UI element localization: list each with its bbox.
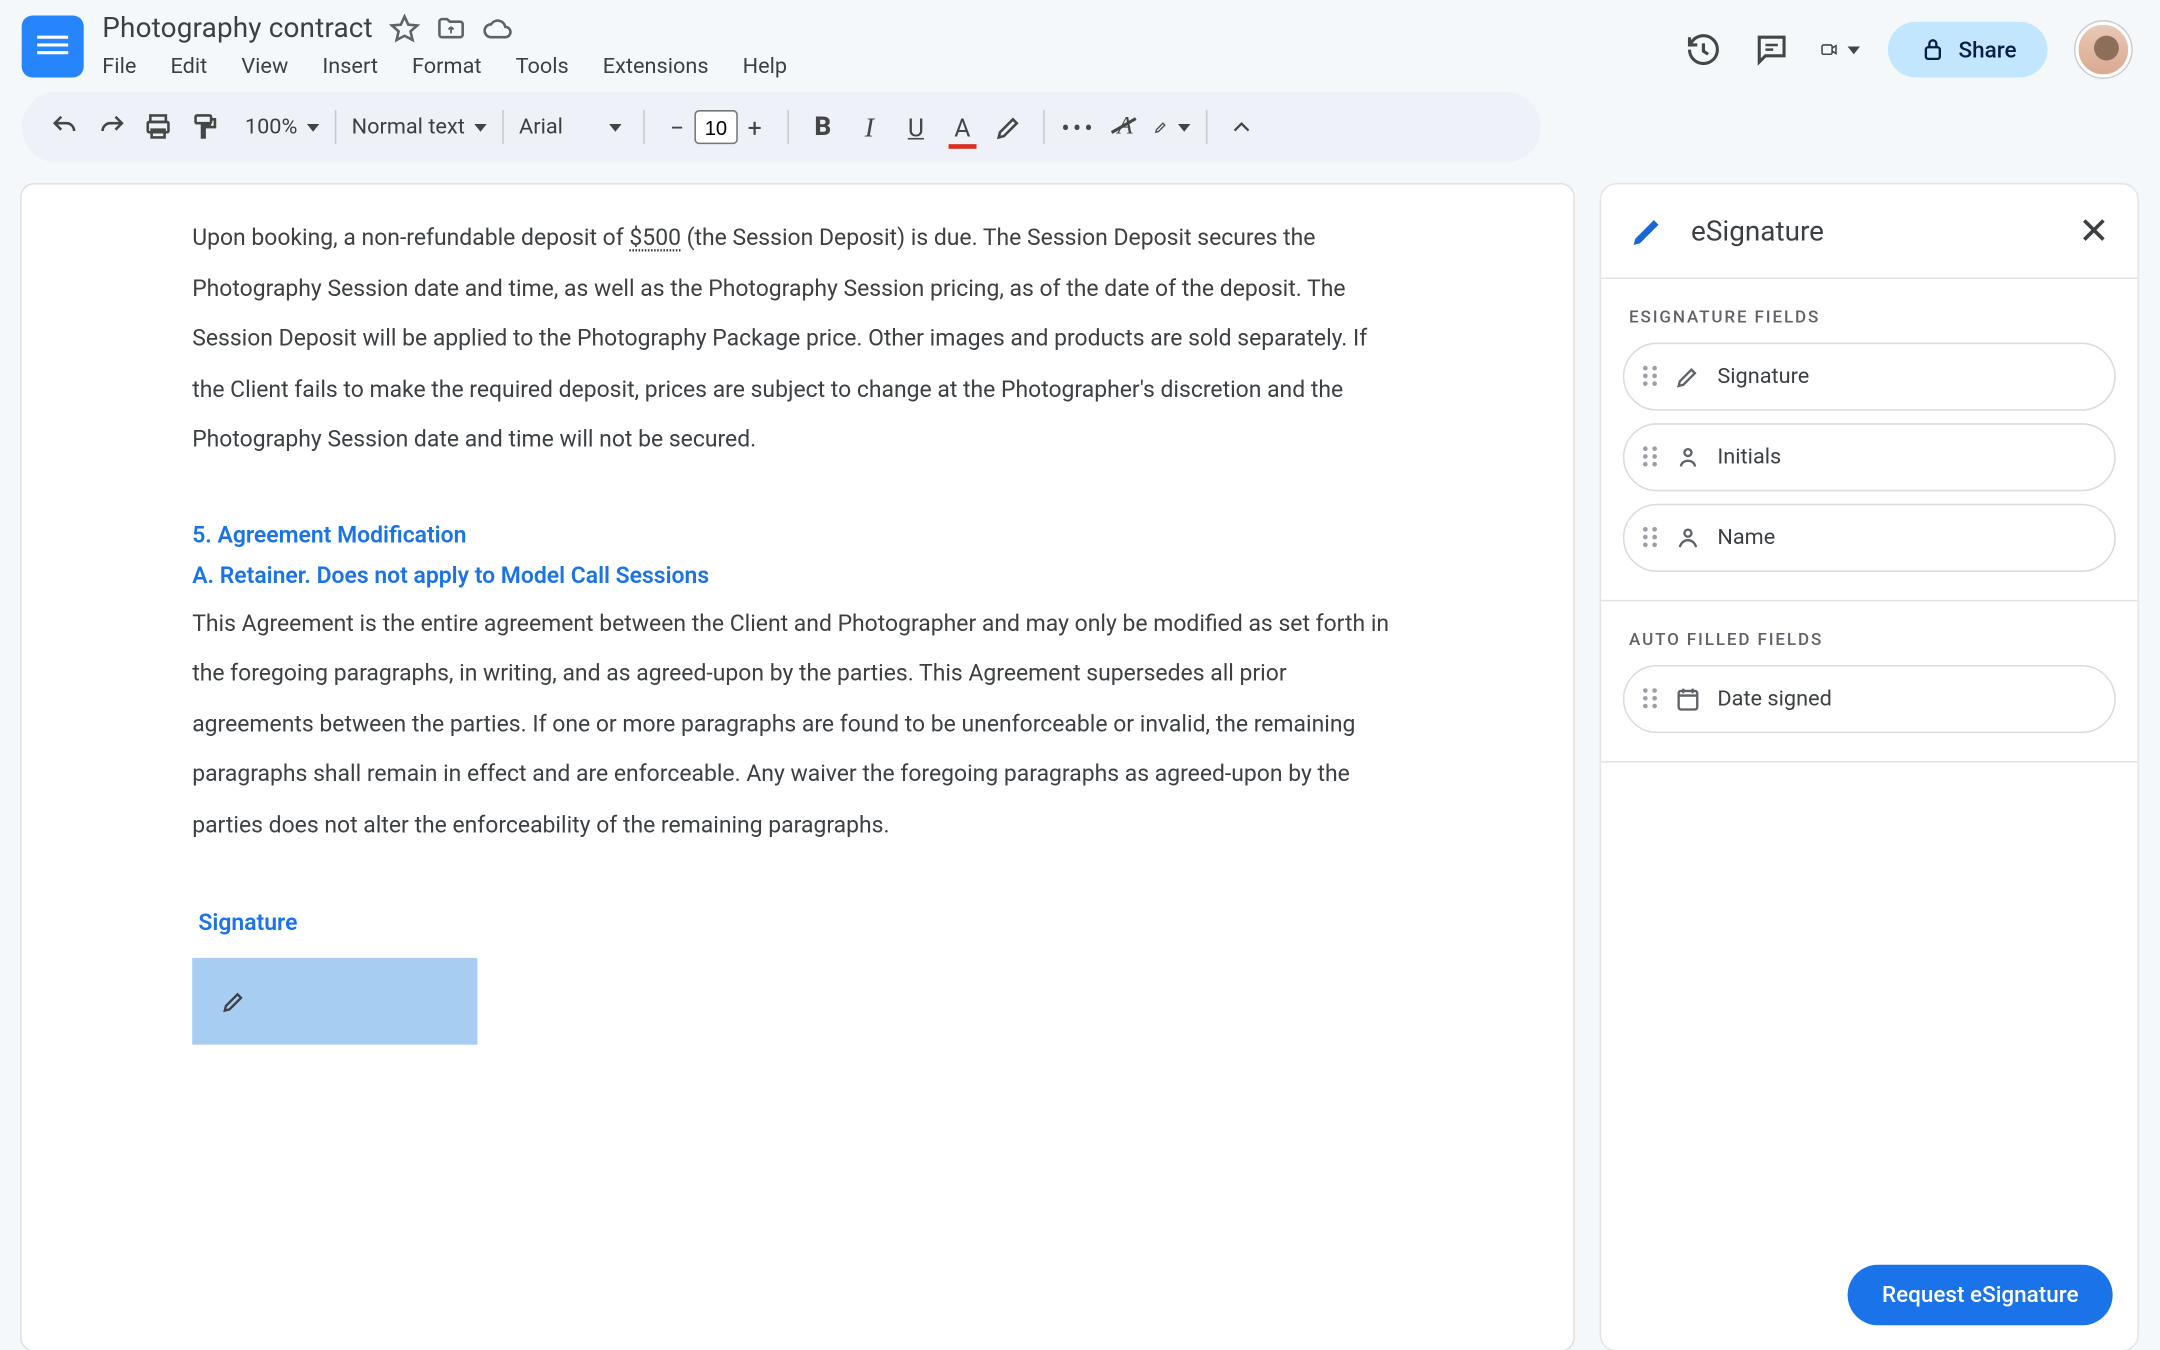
section-heading-5: 5. Agreement Modification	[192, 520, 1403, 548]
deposit-amount: $500	[629, 223, 681, 251]
collapse-toolbar-icon[interactable]	[1223, 109, 1260, 146]
comments-icon[interactable]	[1751, 29, 1791, 69]
pen-icon	[1629, 212, 1666, 249]
person-icon	[1674, 524, 1702, 552]
field-chip-label: Date signed	[1717, 687, 1831, 712]
highlight-color-icon[interactable]	[990, 109, 1027, 146]
field-chip-date-signed[interactable]: Date signed	[1623, 665, 2116, 733]
meet-icon[interactable]	[1819, 29, 1859, 69]
menu-edit[interactable]: Edit	[170, 54, 207, 79]
editing-mode-select[interactable]	[1153, 109, 1190, 146]
panel-title: eSignature	[1691, 215, 1824, 248]
increase-font-size-button[interactable]: +	[738, 110, 772, 144]
menu-tools[interactable]: Tools	[516, 54, 569, 79]
signature-icon	[1674, 363, 1702, 391]
drag-handle-icon[interactable]	[1643, 527, 1659, 549]
section-label-fields: ESIGNATURE FIELDS	[1601, 279, 2137, 343]
menu-bar: File Edit View Insert Format Tools Exten…	[102, 54, 1682, 79]
star-icon[interactable]	[388, 13, 419, 44]
document-title[interactable]: Photography contract	[102, 12, 373, 45]
redo-icon[interactable]	[93, 109, 130, 146]
signature-heading: Signature	[198, 909, 1402, 937]
field-chip-name[interactable]: Name	[1623, 504, 2116, 572]
body-paragraph: Upon booking, a non-refundable deposit o…	[192, 212, 1403, 464]
menu-file[interactable]: File	[102, 54, 136, 79]
undo-icon[interactable]	[47, 109, 84, 146]
font-size-input[interactable]	[694, 110, 737, 144]
clear-format-icon[interactable]: A	[1107, 109, 1144, 146]
esignature-panel: eSignature ✕ ESIGNATURE FIELDS Signature…	[1601, 184, 2137, 1350]
docs-logo-icon[interactable]	[22, 16, 84, 78]
drag-handle-icon[interactable]	[1643, 366, 1659, 388]
menu-extensions[interactable]: Extensions	[603, 54, 709, 79]
section-label-auto: AUTO FILLED FIELDS	[1601, 601, 2137, 665]
italic-icon[interactable]: I	[851, 109, 888, 146]
signature-field-placeholder[interactable]	[192, 959, 477, 1046]
underline-icon[interactable]: U	[897, 109, 934, 146]
paragraph-style-select[interactable]: Normal text	[352, 115, 487, 140]
menu-format[interactable]: Format	[412, 54, 481, 79]
field-chip-label: Initials	[1717, 445, 1781, 470]
share-button[interactable]: Share	[1887, 22, 2047, 78]
decrease-font-size-button[interactable]: −	[660, 110, 694, 144]
calendar-icon	[1674, 685, 1702, 713]
account-avatar[interactable]	[2075, 22, 2131, 78]
text-color-icon[interactable]: A	[944, 109, 981, 146]
cloud-status-icon[interactable]	[481, 13, 512, 44]
initials-icon	[1674, 443, 1702, 471]
close-icon[interactable]: ✕	[2078, 209, 2109, 252]
section-heading-5a: A. Retainer. Does not apply to Model Cal…	[192, 561, 1403, 589]
field-chip-label: Name	[1717, 525, 1775, 550]
menu-insert[interactable]: Insert	[322, 54, 378, 79]
request-esignature-button[interactable]: Request eSignature	[1848, 1265, 2113, 1325]
print-icon[interactable]	[140, 109, 177, 146]
bold-icon[interactable]: B	[804, 109, 841, 146]
zoom-select[interactable]: 100%	[245, 115, 319, 140]
menu-help[interactable]: Help	[743, 54, 787, 79]
body-paragraph: This Agreement is the entire agreement b…	[192, 598, 1403, 850]
move-folder-icon[interactable]	[435, 13, 466, 44]
field-chip-signature[interactable]: Signature	[1623, 343, 2116, 411]
menu-view[interactable]: View	[241, 54, 288, 79]
paint-format-icon[interactable]	[186, 109, 223, 146]
drag-handle-icon[interactable]	[1643, 446, 1659, 468]
font-family-select[interactable]: Arial	[519, 115, 628, 140]
history-icon[interactable]	[1683, 29, 1723, 69]
field-chip-initials[interactable]: Initials	[1623, 423, 2116, 491]
toolbar: 100% Normal text Arial − + B I U A ••• A	[22, 91, 1541, 162]
share-label: Share	[1959, 36, 2017, 62]
more-toolbar-icon[interactable]: •••	[1060, 109, 1097, 146]
document-page[interactable]: Upon booking, a non-refundable deposit o…	[22, 184, 1574, 1350]
field-chip-label: Signature	[1717, 364, 1809, 389]
drag-handle-icon[interactable]	[1643, 688, 1659, 710]
